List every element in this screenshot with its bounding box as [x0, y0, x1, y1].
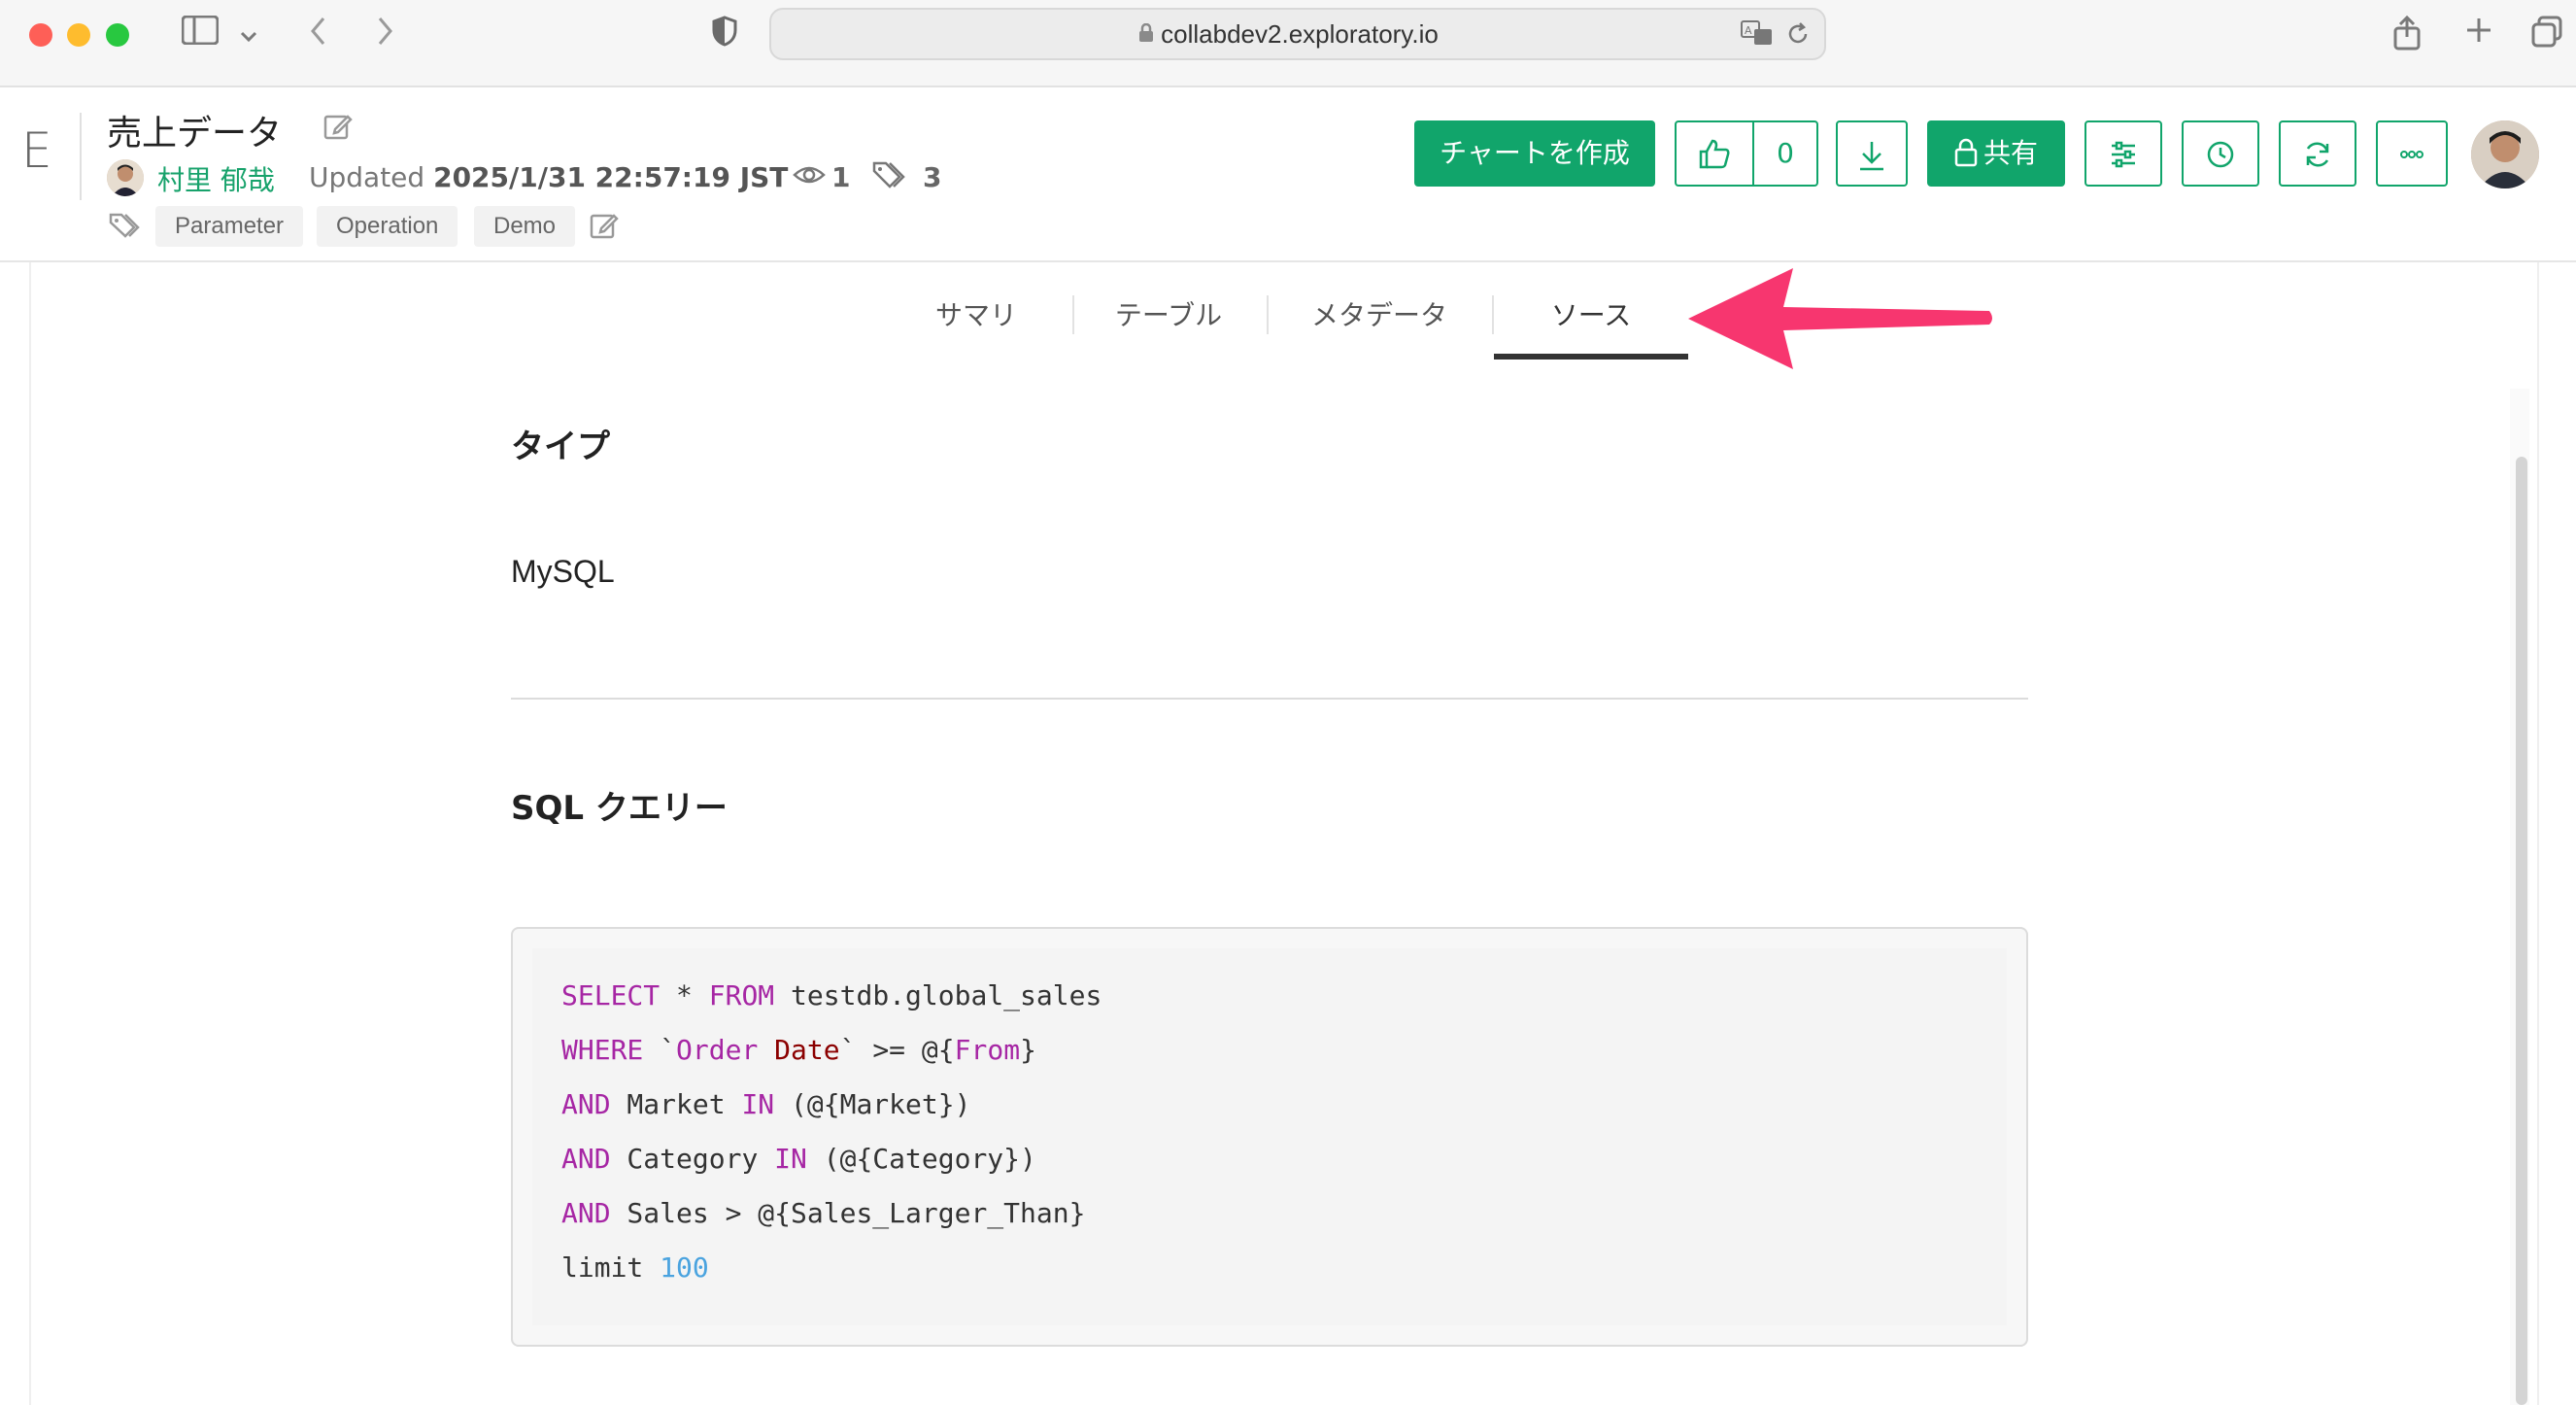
- more-button[interactable]: [2376, 120, 2448, 187]
- tag-parameter[interactable]: Parameter: [155, 206, 304, 247]
- like-button-group: 0: [1675, 120, 1818, 187]
- clock-icon: [2207, 141, 2234, 168]
- svg-text:A: A: [1745, 24, 1752, 37]
- tags-icon: [872, 159, 909, 194]
- parameters-button[interactable]: [2085, 120, 2162, 187]
- app-logo[interactable]: E: [21, 122, 52, 179]
- sql-code-block[interactable]: SELECT * FROM testdb.global_sales WHERE …: [511, 927, 2028, 1347]
- updated-timestamp: 2025/1/31 22:57:19 JST: [433, 161, 789, 193]
- minimize-window-button[interactable]: [67, 23, 90, 47]
- reload-icon[interactable]: [1785, 21, 1811, 51]
- zoom-window-button[interactable]: [106, 23, 129, 47]
- new-tab-icon[interactable]: [2457, 16, 2500, 54]
- download-button[interactable]: [1836, 120, 1908, 187]
- tab-overview-icon[interactable]: [2525, 16, 2568, 54]
- sql-line: WHERE `Order Date` >= @{From}: [561, 1034, 1036, 1066]
- user-avatar[interactable]: [2471, 120, 2539, 188]
- updated-info: Updated 2025/1/31 22:57:19 JST: [309, 161, 788, 193]
- eye-icon: [793, 163, 826, 190]
- type-value: MySQL: [511, 554, 615, 589]
- history-button[interactable]: [2182, 120, 2259, 187]
- tag-operation[interactable]: Operation: [317, 206, 458, 247]
- sql-line: AND Sales > @{Sales_Larger_Than}: [561, 1197, 1086, 1229]
- browser-toolbar: collabdev2.exploratory.io A: [0, 0, 2576, 87]
- tag-icon: [109, 212, 142, 243]
- address-bar[interactable]: collabdev2.exploratory.io A: [769, 8, 1826, 60]
- forward-icon[interactable]: [363, 16, 406, 54]
- sql-line: AND Market IN (@{Market}): [561, 1088, 971, 1120]
- updated-label: Updated: [309, 161, 425, 193]
- edit-title-icon[interactable]: [322, 111, 354, 142]
- lock-icon: [1954, 138, 1978, 167]
- tag-demo[interactable]: Demo: [474, 206, 576, 247]
- annotation-arrow: [1686, 264, 1997, 377]
- sql-heading: SQL クエリー: [511, 789, 728, 828]
- tab-divider: [1072, 295, 1074, 334]
- app-header: E 売上データ 村里 郁哉 Updated 2025/1/31 22:57:19…: [0, 87, 2576, 262]
- share-button[interactable]: 共有: [1927, 120, 2065, 187]
- divider: [80, 113, 82, 200]
- tab-metadata[interactable]: メタデータ: [1282, 291, 1476, 360]
- section-divider: [511, 698, 2028, 700]
- type-heading: タイプ: [511, 428, 610, 466]
- tab-table[interactable]: テーブル: [1088, 291, 1249, 360]
- active-tab-indicator: [1494, 354, 1688, 360]
- translate-icon[interactable]: A: [1741, 19, 1774, 51]
- tab-summary[interactable]: サマリ: [896, 291, 1057, 360]
- privacy-shield-icon[interactable]: [703, 16, 746, 54]
- share-icon[interactable]: [2386, 15, 2428, 54]
- refresh-icon: [2306, 142, 2329, 167]
- view-count: 1: [831, 161, 851, 193]
- download-icon: [1860, 142, 1883, 171]
- sql-line: limit 100: [561, 1251, 709, 1284]
- sql-line: SELECT * FROM testdb.global_sales: [561, 979, 1102, 1011]
- close-window-button[interactable]: [29, 23, 52, 47]
- create-chart-button[interactable]: チャートを作成: [1414, 120, 1655, 187]
- edit-tags-icon[interactable]: [589, 210, 620, 241]
- back-icon[interactable]: [297, 16, 340, 54]
- sidebar-toggle-icon[interactable]: [179, 15, 221, 54]
- more-icon: [2400, 151, 2423, 158]
- page-title: 売上データ: [107, 114, 283, 154]
- tab-source[interactable]: ソース: [1494, 291, 1688, 360]
- tag-count: 3: [923, 161, 942, 193]
- url-text: collabdev2.exploratory.io: [1161, 19, 1439, 49]
- sql-line: AND Category IN (@{Category}): [561, 1143, 1036, 1175]
- tab-divider: [1267, 295, 1269, 334]
- author-name[interactable]: 村里 郁哉: [157, 159, 275, 198]
- share-label: 共有: [1983, 137, 2038, 169]
- chevron-down-icon[interactable]: [229, 16, 268, 54]
- like-button[interactable]: [1677, 122, 1754, 185]
- refresh-button[interactable]: [2279, 120, 2356, 187]
- author-avatar[interactable]: [107, 159, 144, 196]
- sliders-icon: [2112, 141, 2135, 168]
- like-count: 0: [1777, 137, 1794, 169]
- scrollbar-thumb[interactable]: [2516, 457, 2527, 1405]
